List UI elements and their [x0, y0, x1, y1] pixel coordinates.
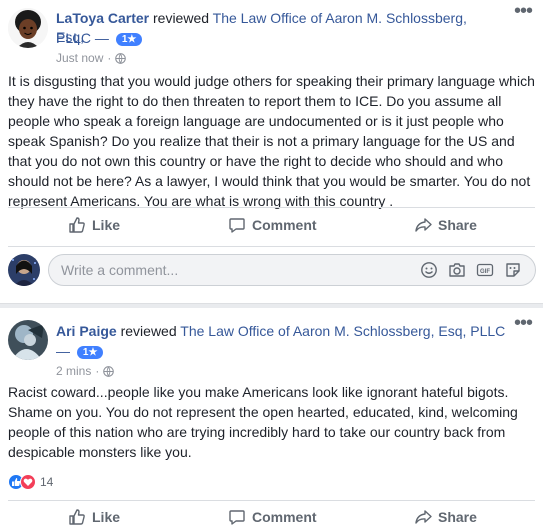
review-header-line2: — 1★: [56, 342, 104, 361]
like-icon: [69, 509, 85, 525]
post-meta: 2 mins ·: [56, 364, 115, 378]
review-card-ari: Ari Paige reviewed The Law Office of Aar…: [0, 308, 543, 532]
post-meta: Just now ·: [56, 51, 127, 65]
emoji-icon[interactable]: [420, 261, 438, 279]
rating-badge: 1★: [76, 346, 104, 359]
page-name-link[interactable]: The Law Office of Aaron M. Schlossberg, …: [180, 323, 505, 339]
svg-text:GIF: GIF: [480, 269, 490, 275]
review-header: Ari Paige reviewed The Law Office of Aar…: [56, 322, 526, 341]
reviewer-photo-icon: [8, 320, 48, 360]
more-icon[interactable]: •••: [514, 312, 533, 335]
comment-label: Comment: [252, 217, 317, 233]
dash: —: [94, 30, 109, 46]
timestamp[interactable]: Just now: [56, 51, 103, 65]
like-label: Like: [92, 217, 121, 233]
share-label: Share: [438, 509, 477, 525]
bitmoji-avatar-icon: [8, 8, 48, 48]
reviewed-text: reviewed: [153, 10, 210, 26]
share-icon: [415, 218, 432, 232]
viewer-avatar[interactable]: [8, 254, 40, 286]
page-name-link-cont[interactable]: PLLC: [56, 30, 91, 46]
review-card-latoya: LaToya Carter reviewed The Law Office of…: [0, 0, 543, 304]
reviewer-avatar[interactable]: [8, 8, 48, 48]
reviewer-avatar[interactable]: [8, 320, 48, 360]
love-reaction-icon: [20, 474, 36, 490]
share-button[interactable]: Share: [414, 216, 477, 234]
share-button[interactable]: Share: [414, 508, 477, 526]
like-label: Like: [92, 509, 121, 525]
globe-icon: [103, 365, 115, 377]
sticker-icon[interactable]: [504, 261, 522, 279]
comment-composer: Write a comment... GIF: [8, 252, 536, 288]
comment-button[interactable]: Comment: [228, 508, 317, 526]
viewer-avatar-icon: [8, 254, 40, 286]
reviewed-text: reviewed: [120, 323, 177, 339]
gif-icon[interactable]: GIF: [476, 261, 494, 279]
review-header-line2: PLLC — 1★: [56, 29, 143, 48]
like-button[interactable]: Like: [68, 216, 120, 234]
globe-icon: [115, 52, 127, 64]
timestamp[interactable]: 2 mins: [56, 364, 91, 378]
divider: [8, 500, 535, 501]
comment-label: Comment: [252, 509, 317, 525]
share-icon: [415, 510, 432, 524]
more-icon[interactable]: •••: [514, 0, 533, 23]
like-icon: [69, 217, 85, 233]
divider: [8, 246, 535, 247]
comment-icon: [229, 218, 245, 233]
divider: [8, 207, 535, 208]
comment-button[interactable]: Comment: [228, 216, 317, 234]
review-text: Racist coward...people like you make Ame…: [8, 384, 518, 460]
reviewer-name[interactable]: Ari Paige: [56, 323, 117, 339]
dash: —: [56, 343, 70, 359]
like-button[interactable]: Like: [68, 508, 120, 526]
reaction-summary[interactable]: 14: [8, 474, 53, 490]
review-text: It is disgusting that you would judge ot…: [8, 73, 535, 209]
share-label: Share: [438, 217, 477, 233]
rating-badge: 1★: [115, 33, 143, 46]
camera-icon[interactable]: [448, 261, 466, 279]
comment-icon: [229, 510, 245, 525]
reaction-count: 14: [40, 475, 54, 489]
reviewer-name[interactable]: LaToya Carter: [56, 10, 149, 26]
